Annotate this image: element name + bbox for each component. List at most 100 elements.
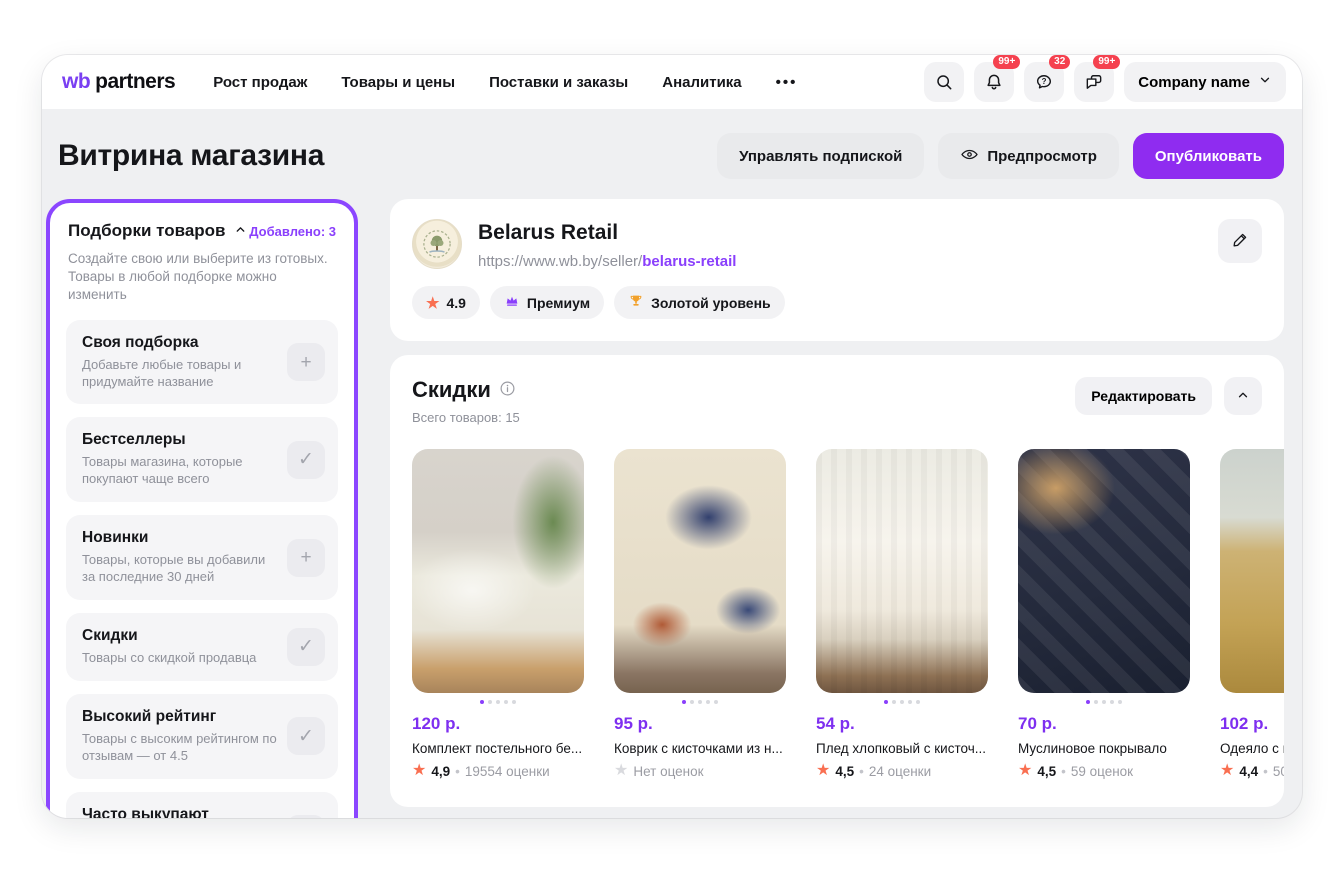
collection-item-description: Товары со скидкой продавца — [82, 650, 257, 665]
product-card[interactable]: 102 р. Одеяло с п ★ 4,4 • 50 оценок — [1220, 449, 1284, 779]
image-pagination-dots — [816, 700, 988, 704]
navbar-right: 99+ ? 32 99+ Company name — [924, 55, 1286, 102]
company-name: Company name — [1138, 73, 1250, 91]
collection-item-text: Часто выкупают Товары с высоким проценто… — [82, 806, 277, 818]
product-name: Коврик с кисточками из н... — [614, 741, 783, 756]
nav-item[interactable]: Аналитика — [662, 74, 741, 91]
product-card[interactable]: 70 р. Муслиновое покрывало ★ 4,5 • 59 оц… — [1018, 449, 1190, 779]
edit-seller-button[interactable] — [1218, 219, 1262, 263]
product-rating-row: ★ 4,4 • 50 оценок — [1220, 763, 1284, 779]
logo-wb: wb — [62, 70, 91, 93]
product-reviews-count: 19554 оценки — [464, 763, 550, 779]
wb-partners-logo[interactable]: wb partners — [62, 70, 176, 94]
add-collection-button[interactable]: + — [287, 538, 325, 577]
premium-badge: Премиум — [489, 286, 605, 319]
collections-panel-title-row[interactable]: Подборки товаров — [68, 221, 247, 241]
collection-item-title: Высокий рейтинг — [82, 707, 217, 725]
nav-item[interactable]: Рост продаж — [213, 74, 307, 91]
collection-item-text: Новинки Товары, которые вы добавили за п… — [82, 529, 277, 586]
search-button[interactable] — [924, 62, 965, 102]
collection-added-check-button[interactable]: ✓ — [287, 717, 325, 756]
top-navbar: wb partners Рост продаж Товары и цены Поста… — [42, 55, 1302, 109]
publish-button[interactable]: Опубликовать — [1132, 133, 1284, 179]
seller-info: Belarus Retail https://www.wb.by/seller/… — [478, 219, 736, 270]
manage-subscription-button[interactable]: Управлять подпиской — [717, 133, 925, 179]
chat-bubbles-icon — [1084, 72, 1104, 92]
discounts-actions: Редактировать — [1075, 377, 1262, 415]
collection-item-description: Товары с высоким рейтингом по отзывам — … — [82, 730, 277, 763]
menu-more-button[interactable]: ••• — [776, 74, 798, 91]
collection-item[interactable]: Новинки Товары, которые вы добавили за п… — [66, 515, 338, 600]
product-image[interactable] — [614, 449, 786, 693]
collections-panel-description: Создайте свою или выберите из готовых. Т… — [68, 251, 328, 303]
collections-panel-title: Подборки товаров — [68, 221, 226, 240]
product-card[interactable]: 54 р. Плед хлопковый с кисточ... ★ 4,5 •… — [816, 449, 988, 779]
bell-icon — [984, 72, 1004, 92]
seller-url: https://www.wb.by/seller/belarus-retail — [478, 253, 736, 270]
collections-panel-header: Подборки товаров Добавлено: 3 — [66, 221, 338, 241]
pencil-icon — [1231, 230, 1250, 252]
image-pagination-dots — [412, 700, 584, 704]
seller-avatar — [412, 219, 462, 269]
product-name: Муслиновое покрывало — [1018, 741, 1167, 756]
product-image[interactable] — [412, 449, 584, 693]
collection-item[interactable]: Своя подборка Добавьте любые товары и пр… — [66, 319, 338, 405]
collapse-section-button[interactable] — [1224, 377, 1262, 415]
preview-button[interactable]: Предпросмотр — [938, 133, 1119, 179]
messages-button[interactable]: 99+ — [1074, 55, 1121, 102]
seller-url-slug[interactable]: belarus-retail — [642, 253, 736, 270]
action-glyph: ✓ — [298, 725, 314, 747]
messages-badge: 99+ — [1093, 55, 1121, 69]
collections-list: Своя подборка Добавьте любые товары и пр… — [66, 319, 338, 818]
nav-item[interactable]: Товары и цены — [341, 74, 455, 91]
separator-dot: • — [455, 763, 460, 779]
collection-item[interactable]: Высокий рейтинг Товары с высоким рейтинг… — [66, 693, 338, 779]
company-dropdown[interactable]: Company name — [1124, 62, 1286, 102]
help-badge: 32 — [1049, 55, 1071, 69]
star-icon: ★ — [1018, 762, 1033, 779]
notifications-badge: 99+ — [993, 55, 1021, 69]
product-image[interactable] — [816, 449, 988, 693]
main-column: Belarus Retail https://www.wb.by/seller/… — [390, 199, 1284, 807]
collection-item-title: Своя подборка — [82, 333, 199, 351]
trophy-icon — [628, 293, 644, 312]
discounts-header: Скидки Всего товаров: 15 — [412, 377, 520, 425]
separator-dot: • — [1263, 763, 1268, 779]
info-icon[interactable] — [499, 377, 516, 403]
gold-level-label: Золотой уровень — [651, 294, 771, 311]
notifications-button[interactable]: 99+ — [974, 55, 1021, 102]
collection-item-description: Товары, которые вы добавили за последние… — [82, 552, 266, 585]
edit-collection-button[interactable]: Редактировать — [1075, 377, 1212, 415]
star-icon: ★ — [426, 294, 440, 312]
action-glyph: ✓ — [298, 449, 314, 471]
image-pagination-dots — [1220, 700, 1284, 704]
product-image[interactable] — [1018, 449, 1190, 693]
collection-added-check-button[interactable]: ✓ — [287, 627, 325, 666]
collection-item[interactable]: Часто выкупают Товары с высоким проценто… — [66, 791, 338, 818]
action-glyph: + — [300, 547, 312, 569]
eye-icon — [960, 145, 979, 168]
product-image[interactable] — [1220, 449, 1284, 693]
product-price: 54 р. — [816, 714, 855, 733]
logo-partners: partners — [95, 70, 176, 93]
main-menu: Рост продаж Товары и цены Поставки и заказ… — [213, 74, 741, 91]
product-reviews-count: 50 оценок — [1272, 763, 1284, 779]
product-rating-value: 4,5 — [835, 763, 855, 779]
svg-text:?: ? — [1042, 77, 1047, 86]
nav-item[interactable]: Поставки и заказы — [489, 74, 628, 91]
help-button[interactable]: ? 32 — [1024, 55, 1071, 102]
product-price: 70 р. — [1018, 714, 1057, 733]
product-reviews-count: Нет оценок — [633, 763, 704, 779]
collection-item[interactable]: Скидки Товары со скидкой продавца ✓ — [66, 613, 338, 681]
chevron-up-icon — [1236, 388, 1250, 405]
add-collection-button[interactable]: + — [287, 343, 325, 382]
product-card[interactable]: 120 р. Комплект постельного бе... ★ 4,9 … — [412, 449, 584, 779]
collection-added-check-button[interactable]: ✓ — [287, 440, 325, 479]
collection-item-title: Скидки — [82, 627, 138, 644]
action-glyph: ✓ — [298, 636, 314, 658]
product-card[interactable]: 95 р. Коврик с кисточками из н... ★ • Не… — [614, 449, 786, 779]
content-columns: Подборки товаров Добавлено: 3 Создайте с… — [42, 199, 1302, 818]
chevron-down-icon — [1258, 73, 1272, 91]
collection-item[interactable]: Бестселлеры Товары магазина, которые пок… — [66, 417, 338, 503]
add-collection-button[interactable]: + — [287, 815, 325, 818]
